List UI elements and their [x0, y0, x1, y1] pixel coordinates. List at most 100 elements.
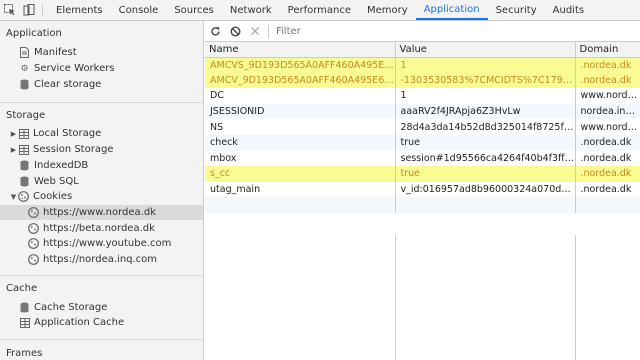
- table-row[interactable]: JSESSIONID aaaRV2f4JRApja6Z3HvLw nordea.in…: [205, 103, 640, 120]
- sidebar-item-manifest[interactable]: Manifest: [0, 45, 203, 60]
- cell-domain: .nordea.dk: [575, 72, 640, 89]
- cell-domain: .nordea.dk: [575, 57, 640, 73]
- tab-security[interactable]: Security: [488, 0, 545, 20]
- column-header-name[interactable]: Name: [205, 42, 396, 58]
- sidebar-item-cookie-site[interactable]: https://beta.nordea.dk: [0, 221, 203, 236]
- sidebar-item-session-storage[interactable]: ▶ Session Storage: [0, 142, 203, 157]
- sidebar-item-clear-storage[interactable]: Clear storage: [0, 77, 203, 92]
- cell-value: 1: [395, 57, 576, 73]
- cookies-toolbar: [205, 21, 640, 42]
- document-icon: [19, 47, 30, 58]
- devtools-toolbar: Elements Console Sources Network Perform…: [0, 0, 640, 21]
- sidebar: Application Manifest ⚙ Service Workers C…: [0, 21, 204, 360]
- sidebar-item-label: Session Storage: [33, 144, 114, 155]
- sidebar-item-label: https://nordea.inq.com: [43, 254, 158, 265]
- sidebar-item-label: https://beta.nordea.dk: [43, 223, 155, 234]
- column-header-domain[interactable]: Domain: [575, 42, 640, 58]
- sidebar-item-cookie-site[interactable]: https://www.youtube.com: [0, 236, 203, 251]
- cell-empty: [575, 197, 640, 213]
- cell-value: v_id:016957ad8b96000324a070dc44db0...: [395, 181, 576, 198]
- toolbar-divider: [42, 4, 43, 16]
- section-title-frames: Frames: [6, 348, 43, 359]
- cell-name: NS: [205, 119, 396, 135]
- sidebar-item-web-sql[interactable]: Web SQL: [0, 174, 203, 189]
- sidebar-item-cache-storage[interactable]: Cache Storage: [0, 300, 203, 315]
- grid-icon: [19, 317, 30, 328]
- sidebar-item-label: Cache Storage: [34, 302, 108, 313]
- sidebar-item-label: https://www.youtube.com: [43, 238, 172, 249]
- sidebar-item-cookies[interactable]: ▼ Cookies: [0, 189, 203, 204]
- cell-value: true: [395, 166, 576, 182]
- sidebar-item-label: Application Cache: [34, 317, 125, 328]
- tab-console[interactable]: Console: [111, 0, 167, 20]
- cell-domain: .nordea.dk: [575, 181, 640, 198]
- expand-arrow-icon[interactable]: ▶: [9, 146, 18, 154]
- cell-name: s_cc: [205, 166, 396, 182]
- sidebar-item-service-workers[interactable]: ⚙ Service Workers: [0, 61, 203, 76]
- collapse-arrow-icon[interactable]: ▼: [9, 193, 18, 201]
- cell-empty: [395, 197, 576, 213]
- cell-domain: .nordea.dk: [575, 150, 640, 167]
- filter-input[interactable]: [272, 23, 632, 39]
- database-icon: [19, 160, 30, 171]
- sidebar-item-cookie-site[interactable]: https://www.nordea.dk: [0, 205, 203, 220]
- section-title-application: Application: [6, 28, 62, 39]
- cell-name: check: [205, 134, 396, 151]
- database-icon: [19, 176, 30, 187]
- column-divider: [395, 235, 396, 360]
- grid-icon: [18, 144, 29, 155]
- table-row[interactable]: NS28d4a3da14b52d8d325014f8725f190fc...ww…: [205, 119, 640, 135]
- table-row[interactable]: mboxsession#1d95566ca4264f40b4f3ff4b9e8.…: [205, 150, 640, 167]
- sidebar-item-indexeddb[interactable]: IndexedDB: [0, 158, 203, 173]
- delete-selected-icon[interactable]: [245, 26, 265, 36]
- section-divider: [0, 102, 203, 103]
- sidebar-item-label: IndexedDB: [34, 160, 89, 171]
- tab-application[interactable]: Application: [415, 0, 488, 20]
- sidebar-item-label: Service Workers: [34, 63, 115, 74]
- section-divider: [0, 339, 203, 340]
- cell-domain: .nordea.dk: [575, 134, 640, 151]
- expand-arrow-icon[interactable]: ▶: [9, 130, 18, 138]
- device-toolbar-icon[interactable]: [19, 0, 38, 20]
- table-empty-area: [205, 235, 640, 360]
- cell-value: aaaRV2f4JRApja6Z3HvLw: [395, 103, 576, 120]
- section-title-storage: Storage: [6, 110, 46, 121]
- cell-name: AMCV_9D193D565A0AFF460A495E66%4...: [205, 72, 396, 89]
- cookie-icon: [28, 254, 39, 265]
- gear-icon: ⚙: [20, 63, 29, 74]
- tab-audits[interactable]: Audits: [545, 0, 592, 20]
- sidebar-item-application-cache[interactable]: Application Cache: [0, 315, 203, 330]
- sidebar-item-label: Web SQL: [34, 176, 79, 187]
- toolbar-divider: [268, 24, 269, 38]
- sidebar-item-local-storage[interactable]: ▶ Local Storage: [0, 126, 203, 141]
- database-icon: [19, 302, 30, 313]
- table-row[interactable]: AMCV_9D193D565A0AFF460A495E66%4... -13035…: [205, 72, 640, 89]
- sidebar-item-cookie-site[interactable]: https://nordea.inq.com: [0, 252, 203, 267]
- tab-performance[interactable]: Performance: [280, 0, 359, 20]
- cookie-icon: [18, 191, 29, 202]
- cookie-icon: [28, 207, 39, 218]
- tab-network[interactable]: Network: [222, 0, 280, 20]
- clear-all-icon[interactable]: [225, 25, 245, 37]
- tab-memory[interactable]: Memory: [359, 0, 416, 20]
- sidebar-item-label: Local Storage: [33, 128, 102, 139]
- cookie-icon: [28, 223, 39, 234]
- cell-value: session#1d95566ca4264f40b4f3ff4b9e8...: [395, 150, 576, 167]
- table-row-empty: [205, 197, 640, 213]
- column-header-value[interactable]: Value: [395, 42, 576, 58]
- table-row[interactable]: AMCVS_9D193D565A0AFF460A495E66%... 1 .nord…: [205, 57, 640, 73]
- table-row[interactable]: check true .nordea.dk: [205, 134, 640, 151]
- table-row[interactable]: DC1www.nordea.dk: [205, 88, 640, 104]
- table-row[interactable]: utag_mainv_id:016957ad8b96000324a070dc44…: [205, 181, 640, 198]
- cell-value: true: [395, 134, 576, 151]
- inspect-element-icon[interactable]: [0, 0, 19, 20]
- database-icon: [19, 79, 30, 90]
- refresh-icon[interactable]: [205, 26, 225, 37]
- tab-sources[interactable]: Sources: [166, 0, 222, 20]
- cookies-panel: Name Value Domain AMCVS_9D193D565A0AFF46…: [205, 21, 640, 360]
- cell-name: DC: [205, 88, 396, 104]
- cell-domain: nordea.inq.com: [575, 103, 640, 120]
- tab-elements[interactable]: Elements: [48, 0, 111, 20]
- table-row[interactable]: s_cc true .nordea.dk: [205, 166, 640, 182]
- cell-name: JSESSIONID: [205, 103, 396, 120]
